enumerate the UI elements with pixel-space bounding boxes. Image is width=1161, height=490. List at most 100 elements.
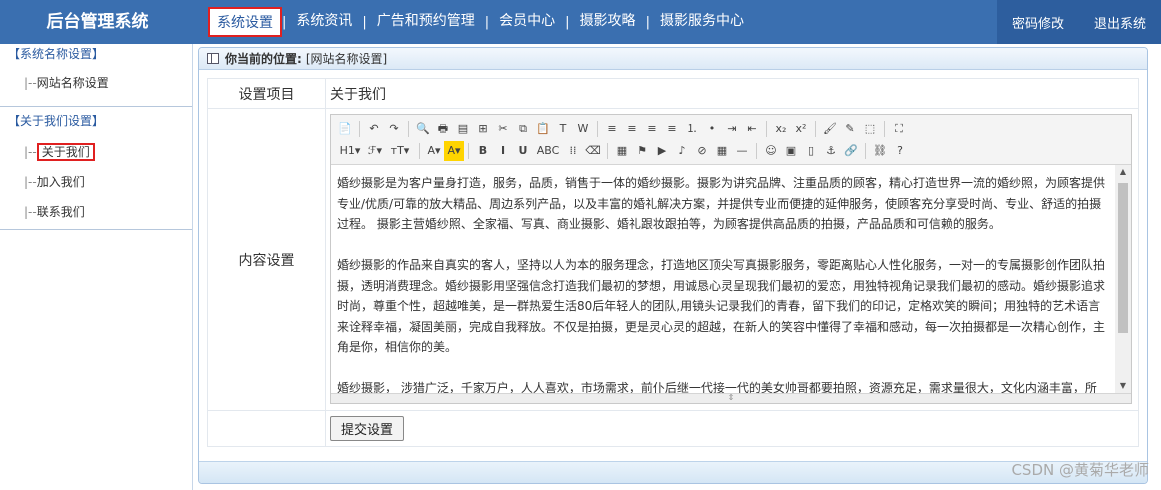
toolbar-separator xyxy=(815,121,816,137)
toolbar-11-icon[interactable]: ⌫ xyxy=(583,141,603,161)
toolbar-3-icon[interactable]: тT▾ xyxy=(385,141,415,161)
sidebar-item-contact-us[interactable]: |--联系我们 xyxy=(0,197,192,227)
user-actions: 密码修改 退出系统 xyxy=(997,0,1161,44)
editor-text: 婚纱摄影是为客户量身打造，服务，品质，销售于一体的婚纱摄影。摄影为讲究品牌、注重… xyxy=(331,165,1131,393)
nav-member-center[interactable]: 会员中心 xyxy=(489,7,565,37)
app-title: 后台管理系统 xyxy=(46,12,149,32)
sidebar: 【系统名称设置】 |--网站名称设置 【关于我们设置】 |-- 关于我们 |--加… xyxy=(0,44,193,490)
toolbar-5-icon[interactable]: A▾ xyxy=(444,141,464,161)
row-label: 设置项目 xyxy=(207,78,326,109)
toolbar-17-icon[interactable]: ▦ xyxy=(712,141,732,161)
toolbar-18-icon[interactable]: — xyxy=(732,141,752,161)
toolbar-9-icon[interactable]: ABC xyxy=(533,141,563,161)
toolbar-22-icon[interactable]: ⚓ xyxy=(821,141,841,161)
toolbar-18-icon[interactable]: • xyxy=(702,119,722,139)
toolbar-19-icon[interactable]: ☺ xyxy=(761,141,781,161)
panel-footer xyxy=(199,461,1147,483)
sidebar-group-title: 【系统名称设置】 xyxy=(8,47,105,61)
toolbar-6-icon[interactable]: B xyxy=(473,141,493,161)
toolbar-23-icon[interactable]: 🖌 xyxy=(820,119,840,139)
resize-handle-icon[interactable]: ⇕ xyxy=(331,393,1131,403)
scroll-up-icon[interactable]: ▲ xyxy=(1115,165,1131,179)
toolbar-21-icon[interactable]: x₂ xyxy=(771,119,791,139)
sidebar-item-about-us[interactable]: |-- 关于我们 xyxy=(0,137,192,167)
toolbar-20-icon[interactable]: ⇤ xyxy=(742,119,762,139)
toolbar-24-icon[interactable]: ⛓ xyxy=(870,141,890,161)
toolbar-10-icon[interactable]: ⁞⁞ xyxy=(563,141,583,161)
change-password-link[interactable]: 密码修改 xyxy=(1012,13,1064,32)
toolbar-separator xyxy=(756,143,757,159)
nav-photo-guide[interactable]: 摄影攻略 xyxy=(570,7,646,37)
editor-scrollbar[interactable]: ▲ ▼ xyxy=(1115,165,1131,393)
row-label: 内容设置 xyxy=(207,108,326,411)
breadcrumb-label: 你当前的位置: xyxy=(225,51,302,66)
setting-item-value: 关于我们 xyxy=(325,78,1139,109)
toolbar-7-icon[interactable]: ⊞ xyxy=(473,119,493,139)
toolbar-separator xyxy=(884,121,885,137)
breadcrumb: 你当前的位置: [网站名称设置] xyxy=(199,48,1147,70)
toolbar-separator xyxy=(597,121,598,137)
nav-system-news[interactable]: 系统资讯 xyxy=(286,7,362,37)
toolbar-6-icon[interactable]: ▤ xyxy=(453,119,473,139)
sidebar-group-system-name: 【系统名称设置】 |--网站名称设置 xyxy=(0,44,192,107)
toolbar-8-icon[interactable]: ✂ xyxy=(493,119,513,139)
toolbar-22-icon[interactable]: x² xyxy=(791,119,811,139)
toolbar-14-icon[interactable]: ≡ xyxy=(622,119,642,139)
toolbar-separator xyxy=(865,143,866,159)
sidebar-item-site-name[interactable]: |--网站名称设置 xyxy=(0,68,192,98)
toolbar-13-icon[interactable]: ≡ xyxy=(602,119,622,139)
logout-link[interactable]: 退出系统 xyxy=(1094,13,1146,32)
sidebar-item-label: 关于我们 xyxy=(36,143,95,161)
toolbar-3-icon[interactable]: ↷ xyxy=(384,119,404,139)
toolbar-9-icon[interactable]: ⧉ xyxy=(513,119,533,139)
toolbar-1-icon[interactable]: H1▾ xyxy=(335,141,365,161)
submit-button[interactable]: 提交设置 xyxy=(330,416,405,441)
toolbar-17-icon[interactable]: ⒈ xyxy=(682,119,702,139)
empty-cell xyxy=(207,410,326,447)
scroll-down-icon[interactable]: ▼ xyxy=(1115,379,1131,393)
sidebar-item-join-us[interactable]: |--加入我们 xyxy=(0,167,192,197)
scrollbar-thumb[interactable] xyxy=(1118,183,1128,333)
tree-prefix: |-- xyxy=(24,145,37,159)
editor-content[interactable]: 婚纱摄影是为客户量身打造，服务，品质，销售于一体的婚纱摄影。摄影为讲究品牌、注重… xyxy=(331,165,1131,393)
toolbar-7-icon[interactable]: I xyxy=(493,141,513,161)
sidebar-item-label: 联系我们 xyxy=(36,205,85,219)
toolbar-19-icon[interactable]: ⇥ xyxy=(722,119,742,139)
toolbar-15-icon[interactable]: ≡ xyxy=(642,119,662,139)
toolbar-24-icon[interactable]: ✎ xyxy=(840,119,860,139)
toolbar-21-icon[interactable]: ▯ xyxy=(801,141,821,161)
toolbar-12-icon[interactable]: ▦ xyxy=(612,141,632,161)
toolbar-14-icon[interactable]: ▶ xyxy=(652,141,672,161)
main-panel: 你当前的位置: [网站名称设置] 设置项目 关于我们 内容设置 📄 ↶ ↷ 🔍 🖶 ▤ ⊞ ✂… xyxy=(198,47,1148,484)
toolbar-25-icon[interactable]: ⬚ xyxy=(860,119,880,139)
sidebar-item-label: 网站名称设置 xyxy=(36,76,109,90)
toolbar-4-icon[interactable]: 🔍 xyxy=(413,119,433,139)
toolbar-15-icon[interactable]: ♪ xyxy=(672,141,692,161)
toolbar-16-icon[interactable]: ⊘ xyxy=(692,141,712,161)
nav-photo-service[interactable]: 摄影服务中心 xyxy=(650,7,754,37)
tree-prefix: |-- xyxy=(24,175,37,189)
nav-ads-booking[interactable]: 广告和预约管理 xyxy=(367,7,485,37)
toolbar-12-icon[interactable]: W xyxy=(573,119,593,139)
toolbar-5-icon[interactable]: 🖶 xyxy=(433,119,453,139)
breadcrumb-value: [网站名称设置] xyxy=(305,51,388,66)
toolbar-8-icon[interactable]: U xyxy=(513,141,533,161)
toolbar-13-icon[interactable]: ⚑ xyxy=(632,141,652,161)
toolbar-1-icon[interactable]: 📄 xyxy=(335,119,355,139)
toolbar-25-icon[interactable]: ? xyxy=(890,141,910,161)
toolbar-23-icon[interactable]: 🔗 xyxy=(841,141,861,161)
tree-prefix: |-- xyxy=(24,76,37,90)
toolbar-10-icon[interactable]: 📋 xyxy=(533,119,553,139)
toolbar-4-icon[interactable]: A▾ xyxy=(424,141,444,161)
toolbar-2-icon[interactable]: ↶ xyxy=(364,119,384,139)
toolbar-16-icon[interactable]: ≡ xyxy=(662,119,682,139)
content-paragraph: 婚纱摄影的作品来自真实的客人，坚持以人为本的服务理念，打造地区顶尖写真摄影服务，… xyxy=(337,258,1106,354)
toolbar-26-icon[interactable]: ⛶ xyxy=(889,119,909,139)
toolbar-20-icon[interactable]: ▣ xyxy=(781,141,801,161)
toolbar-separator xyxy=(766,121,767,137)
editor-toolbar: 📄 ↶ ↷ 🔍 🖶 ▤ ⊞ ✂ ⧉ 📋 T W ≡ ≡ ≡ ≡ ⒈ • ⇥ ⇤ x₂ x² 🖌 ✎ ⬚ ⛶ H1▾ ℱ▾ тT▾ A▾ A… xyxy=(331,115,1131,165)
toolbar-11-icon[interactable]: T xyxy=(553,119,573,139)
toolbar-2-icon[interactable]: ℱ▾ xyxy=(365,141,385,161)
content-paragraph: 婚纱摄影是为客户量身打造，服务，品质，销售于一体的婚纱摄影。摄影为讲究品牌、注重… xyxy=(337,176,1106,231)
nav-system-settings[interactable]: 系统设置 xyxy=(208,7,282,37)
